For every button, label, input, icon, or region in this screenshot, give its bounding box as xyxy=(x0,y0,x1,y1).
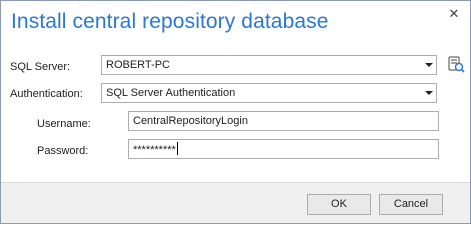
chevron-down-icon[interactable] xyxy=(425,91,433,95)
password-field[interactable]: ********** xyxy=(128,139,439,159)
chevron-down-icon[interactable] xyxy=(425,63,433,67)
server-browse-icon[interactable] xyxy=(447,55,465,73)
authentication-combobox[interactable]: SQL Server Authentication xyxy=(101,83,437,103)
sql-server-combobox[interactable]: ROBERT-PC xyxy=(101,55,437,75)
text-caret xyxy=(176,142,178,155)
sql-server-value: ROBERT-PC xyxy=(106,59,170,71)
password-value: ********** xyxy=(133,144,176,156)
username-label: Username: xyxy=(37,118,91,130)
cancel-button[interactable]: Cancel xyxy=(379,194,443,215)
close-icon[interactable]: ✕ xyxy=(447,7,461,21)
username-field[interactable]: CentralRepositoryLogin xyxy=(128,111,439,131)
dialog-title: Install central repository database xyxy=(11,10,329,33)
dialog-footer: OK Cancel xyxy=(1,182,470,223)
authentication-value: SQL Server Authentication xyxy=(106,87,236,99)
ok-button[interactable]: OK xyxy=(307,194,371,215)
username-value: CentralRepositoryLogin xyxy=(133,115,248,127)
authentication-label: Authentication: xyxy=(10,88,83,100)
sql-server-label: SQL Server: xyxy=(10,61,71,73)
install-repository-dialog: Install central repository database ✕ SQ… xyxy=(0,0,471,224)
password-label: Password: xyxy=(37,145,89,157)
